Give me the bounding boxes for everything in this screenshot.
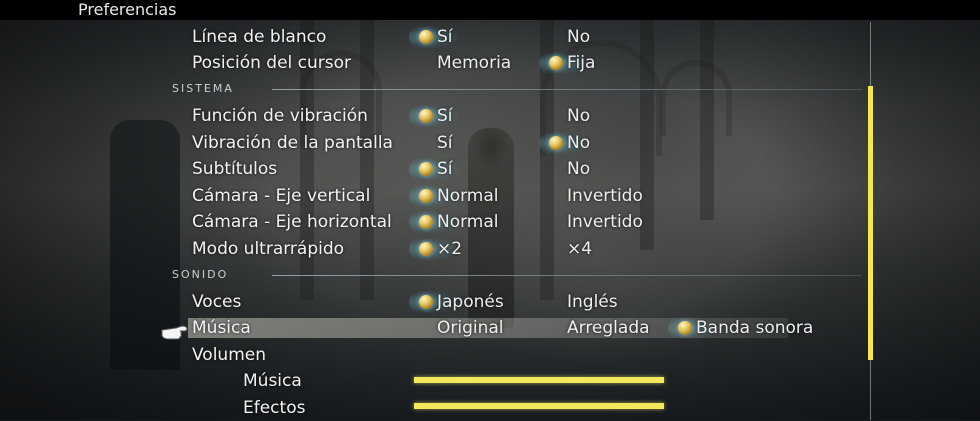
setting-label: Cámara - Eje horizontal — [192, 212, 392, 232]
setting-label: Efectos — [243, 398, 306, 418]
orb-icon — [678, 321, 692, 335]
pointing-hand-icon — [161, 325, 188, 340]
preferences-menu: Línea de blanco Sí No Posición del curso… — [0, 0, 980, 420]
option-si[interactable]: Sí — [437, 130, 453, 156]
section-header-sonido: SONIDO — [172, 268, 862, 282]
orb-icon — [549, 136, 563, 150]
setting-row-linea-blanco[interactable]: Línea de blanco Sí No — [0, 24, 860, 50]
option-si[interactable]: Sí — [409, 156, 459, 182]
option-fija[interactable]: Fija — [538, 50, 595, 76]
page-title: Preferencias — [78, 0, 177, 19]
setting-label: Vibración de la pantalla — [192, 133, 393, 153]
setting-label: Modo ultrarrápido — [192, 239, 345, 259]
title-bar: Preferencias — [0, 0, 980, 20]
setting-row-camara-horizontal[interactable]: Cámara - Eje horizontal Normal Invertido — [0, 209, 860, 235]
option-no[interactable]: No — [567, 103, 590, 129]
option-si[interactable]: Sí — [409, 24, 459, 50]
option-japones[interactable]: Japonés — [409, 289, 504, 315]
option-original[interactable]: Original — [437, 315, 504, 341]
setting-row-volumen[interactable]: Volumen — [0, 342, 860, 368]
setting-row-voces[interactable]: Voces Japonés Inglés — [0, 289, 860, 315]
section-divider — [272, 89, 862, 90]
option-no[interactable]: No — [567, 24, 590, 50]
option-normal[interactable]: Normal — [409, 209, 499, 235]
option-x4[interactable]: ×4 — [567, 236, 592, 262]
option-invertido[interactable]: Invertido — [567, 209, 643, 235]
option-normal[interactable]: Normal — [409, 183, 499, 209]
setting-row-posicion-cursor[interactable]: Posición del cursor Memoria Fija — [0, 50, 860, 76]
setting-label: Música — [243, 371, 302, 391]
section-label: SONIDO — [172, 268, 229, 281]
section-header-sistema: SISTEMA — [172, 82, 862, 96]
section-label: SISTEMA — [172, 82, 234, 95]
setting-row-vibracion[interactable]: Función de vibración Sí No — [0, 103, 860, 129]
option-x2[interactable]: ×2 — [408, 236, 462, 262]
setting-label: Cámara - Eje vertical — [192, 186, 371, 206]
option-si[interactable]: Sí — [409, 103, 459, 129]
option-arreglada[interactable]: Arreglada — [567, 315, 650, 341]
orb-icon — [419, 109, 433, 123]
setting-label: Voces — [192, 292, 242, 312]
volume-fill — [414, 377, 664, 383]
volume-fill — [414, 403, 664, 409]
setting-label: Subtítulos — [192, 159, 278, 179]
orb-icon — [419, 215, 433, 229]
option-no[interactable]: No — [538, 130, 590, 156]
option-no[interactable]: No — [567, 156, 590, 182]
volume-slider-musica[interactable] — [414, 377, 664, 383]
setting-row-camara-vertical[interactable]: Cámara - Eje vertical Normal Invertido — [0, 183, 860, 209]
setting-label: Función de vibración — [192, 106, 368, 126]
section-divider — [272, 275, 862, 276]
orb-icon — [419, 242, 433, 256]
orb-icon — [419, 30, 433, 44]
orb-icon — [419, 295, 433, 309]
orb-icon — [419, 162, 433, 176]
option-ingles[interactable]: Inglés — [567, 289, 618, 315]
option-banda-sonora[interactable]: Banda sonora — [667, 315, 813, 341]
setting-label: Línea de blanco — [192, 27, 327, 47]
option-memoria[interactable]: Memoria — [437, 50, 511, 76]
setting-row-musica[interactable]: Música Original Arreglada Banda sonora — [0, 315, 860, 341]
setting-label: Volumen — [192, 345, 267, 365]
setting-row-subtitulos[interactable]: Subtítulos Sí No — [0, 156, 860, 182]
setting-label: Posición del cursor — [192, 53, 352, 73]
setting-row-ultrarrapido[interactable]: Modo ultrarrápido ×2 ×4 — [0, 236, 860, 262]
setting-row-vibracion-pantalla[interactable]: Vibración de la pantalla Sí No — [0, 130, 860, 156]
orb-icon — [549, 56, 563, 70]
volume-slider-efectos[interactable] — [414, 403, 664, 409]
setting-label: Música — [192, 318, 251, 338]
orb-icon — [419, 189, 433, 203]
option-invertido[interactable]: Invertido — [567, 183, 643, 209]
scrollbar-thumb[interactable] — [868, 86, 873, 360]
